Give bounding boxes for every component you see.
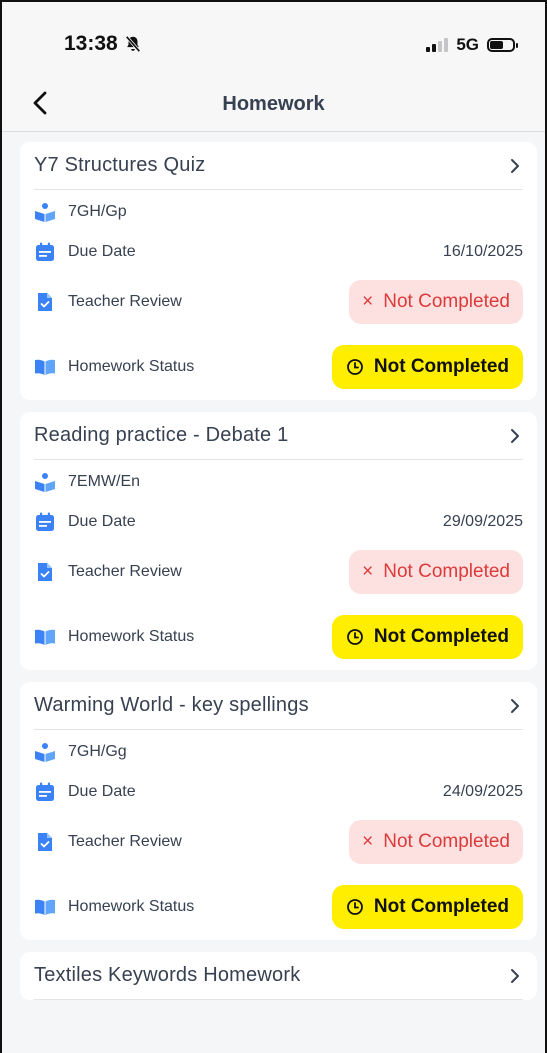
teacher-review-badge: × Not Completed — [349, 280, 523, 324]
due-date-row: Due Date 24/09/2025 — [34, 774, 523, 810]
teacher-review-badge: × Not Completed — [349, 820, 523, 864]
homework-title: Warming World - key spellings — [34, 694, 309, 716]
open-book-icon — [35, 899, 55, 915]
class-row: 7EMW/En — [34, 460, 523, 504]
teacher-review-status: Not Completed — [383, 561, 510, 582]
page-title: Homework — [222, 93, 325, 115]
homework-card: Textiles Keywords Homework — [20, 952, 537, 1000]
homework-status-value: Not Completed — [373, 896, 509, 917]
document-check-icon — [38, 293, 52, 311]
homework-card: Warming World - key spellings 7GH/Gg Due… — [20, 682, 537, 940]
phone-screen: 13:38 5G Homework Y7 Structures Quiz 7GH… — [0, 0, 547, 1053]
clock-icon — [346, 359, 363, 375]
homework-status-badge: Not Completed — [331, 615, 523, 659]
battery-icon — [487, 38, 518, 52]
due-date-value: 24/09/2025 — [442, 783, 523, 800]
homework-title: Textiles Keywords Homework — [34, 964, 301, 986]
calendar-icon — [36, 782, 54, 801]
open-book-icon — [35, 629, 55, 645]
homework-status-badge: Not Completed — [331, 345, 523, 389]
signal-icon — [426, 38, 449, 52]
homework-title: Reading practice - Debate 1 — [34, 424, 289, 446]
due-date-label: Due Date — [68, 513, 136, 530]
calendar-icon — [36, 512, 54, 531]
class-label: 7GH/Gp — [68, 203, 127, 220]
homework-status-value: Not Completed — [373, 626, 509, 647]
homework-status-value: Not Completed — [373, 356, 509, 377]
teacher-review-label: Teacher Review — [68, 563, 182, 580]
homework-status-badge: Not Completed — [331, 885, 523, 929]
homework-status-row: Homework Status Not Completed — [34, 874, 523, 940]
homework-status-label: Homework Status — [68, 358, 195, 375]
due-date-row: Due Date 16/10/2025 — [34, 234, 523, 270]
homework-card-header[interactable]: Textiles Keywords Homework — [34, 952, 523, 1000]
homework-list: Y7 Structures Quiz 7GH/Gp Due Date 16/10… — [20, 142, 537, 1012]
chevron-right-icon — [511, 698, 519, 713]
chevron-right-icon — [511, 158, 519, 173]
reader-icon — [35, 203, 55, 222]
teacher-review-status: Not Completed — [383, 831, 510, 852]
homework-card: Reading practice - Debate 1 7EMW/En Due … — [20, 412, 537, 670]
nav-header: Homework — [2, 78, 545, 132]
x-icon: × — [362, 831, 374, 852]
clock-icon — [346, 629, 363, 645]
chevron-right-icon — [511, 428, 519, 443]
teacher-review-row: Teacher Review × Not Completed — [34, 540, 523, 604]
teacher-review-status: Not Completed — [383, 291, 510, 312]
status-bar: 13:38 5G — [2, 2, 545, 78]
status-indicators: 5G — [426, 35, 518, 55]
teacher-review-row: Teacher Review × Not Completed — [34, 270, 523, 334]
teacher-review-row: Teacher Review × Not Completed — [34, 810, 523, 874]
status-time: 13:38 — [64, 32, 142, 56]
time-label: 13:38 — [64, 32, 118, 55]
reader-icon — [35, 473, 55, 492]
due-date-row: Due Date 29/09/2025 — [34, 504, 523, 540]
open-book-icon — [35, 359, 55, 375]
class-label: 7GH/Gg — [68, 743, 127, 760]
x-icon: × — [362, 291, 374, 312]
homework-status-row: Homework Status Not Completed — [34, 334, 523, 400]
teacher-review-label: Teacher Review — [68, 293, 182, 310]
homework-status-label: Homework Status — [68, 898, 195, 915]
class-row: 7GH/Gg — [34, 730, 523, 774]
due-date-label: Due Date — [68, 783, 136, 800]
x-icon: × — [362, 561, 374, 582]
calendar-icon — [36, 242, 54, 261]
teacher-review-badge: × Not Completed — [349, 550, 523, 594]
homework-card-header[interactable]: Y7 Structures Quiz — [34, 142, 523, 190]
network-label: 5G — [456, 35, 479, 54]
homework-status-row: Homework Status Not Completed — [34, 604, 523, 670]
document-check-icon — [38, 563, 52, 581]
homework-status-label: Homework Status — [68, 628, 195, 645]
teacher-review-label: Teacher Review — [68, 833, 182, 850]
homework-card-header[interactable]: Warming World - key spellings — [34, 682, 523, 730]
bell-muted-icon — [125, 35, 141, 53]
homework-title: Y7 Structures Quiz — [34, 154, 206, 176]
clock-icon — [346, 899, 363, 915]
reader-icon — [35, 743, 55, 762]
due-date-value: 29/09/2025 — [442, 513, 523, 530]
homework-card-header[interactable]: Reading practice - Debate 1 — [34, 412, 523, 460]
class-row: 7GH/Gp — [34, 190, 523, 234]
due-date-value: 16/10/2025 — [442, 243, 523, 260]
homework-card: Y7 Structures Quiz 7GH/Gp Due Date 16/10… — [20, 142, 537, 400]
class-label: 7EMW/En — [68, 473, 141, 490]
chevron-right-icon — [511, 968, 519, 983]
document-check-icon — [38, 833, 52, 851]
due-date-label: Due Date — [68, 243, 136, 260]
